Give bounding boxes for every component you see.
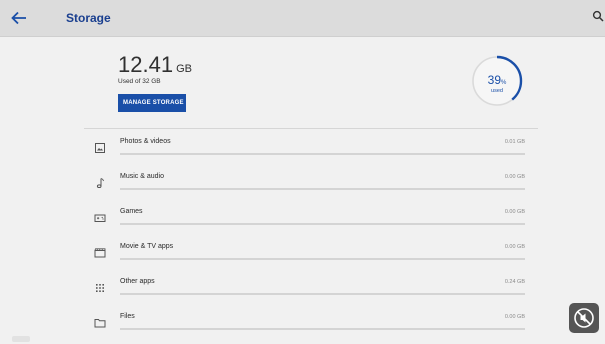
page-title: Storage	[66, 11, 111, 25]
top-app-bar: Storage	[0, 0, 605, 37]
used-storage-amount: 12.41 GB	[118, 52, 192, 78]
category-size: 0.00 GB	[504, 209, 525, 215]
clapperboard-icon	[94, 248, 106, 258]
category-size: 0.24 GB	[504, 279, 525, 285]
used-unit: GB	[176, 63, 192, 75]
usage-percent: 39%	[470, 73, 524, 87]
category-label: Music & audio	[120, 173, 164, 180]
category-size: 0.00 GB	[504, 174, 525, 180]
manage-storage-button[interactable]: MANAGE STORAGE	[118, 94, 186, 112]
search-icon[interactable]	[592, 10, 605, 24]
category-size: 0.01 GB	[504, 139, 525, 145]
divider	[84, 128, 538, 129]
category-size: 0.00 GB	[504, 314, 525, 320]
usage-percent-sign: %	[501, 80, 507, 86]
category-size: 0.00 GB	[504, 244, 525, 250]
category-progress-bar	[120, 293, 525, 295]
total-capacity-text: Used of 32 GB	[118, 78, 161, 85]
category-label: Movie & TV apps	[120, 243, 174, 250]
category-progress-bar	[120, 153, 525, 155]
category-movie-tv-apps[interactable]: Movie & TV apps 0.00 GB	[80, 239, 550, 269]
category-other-apps[interactable]: Other apps 0.24 GB	[80, 274, 550, 304]
usage-percent-number: 39	[487, 73, 501, 87]
back-arrow-icon[interactable]	[10, 9, 28, 27]
used-value: 12.41	[118, 52, 174, 77]
category-progress-bar	[120, 328, 525, 330]
category-games[interactable]: Games 0.00 GB	[80, 204, 550, 234]
corner-indicator	[12, 336, 30, 342]
gamepad-icon	[94, 214, 106, 222]
usage-percent-label: used	[491, 88, 503, 94]
category-progress-bar	[120, 258, 525, 260]
category-label: Photos & videos	[120, 138, 171, 145]
category-photos-videos[interactable]: Photos & videos 0.01 GB	[80, 134, 550, 164]
music-note-icon	[96, 178, 104, 188]
category-files[interactable]: Files 0.00 GB	[80, 309, 550, 339]
category-music-audio[interactable]: Music & audio 0.00 GB	[80, 169, 550, 199]
category-label: Games	[120, 208, 143, 215]
category-label: Other apps	[120, 278, 155, 285]
photo-icon	[95, 143, 105, 153]
category-progress-bar	[120, 223, 525, 225]
floating-mute-button[interactable]	[569, 303, 599, 333]
category-progress-bar	[120, 188, 525, 190]
volume-off-icon	[574, 308, 594, 328]
apps-grid-icon	[96, 284, 104, 292]
folder-icon	[94, 319, 106, 328]
category-label: Files	[120, 313, 135, 320]
